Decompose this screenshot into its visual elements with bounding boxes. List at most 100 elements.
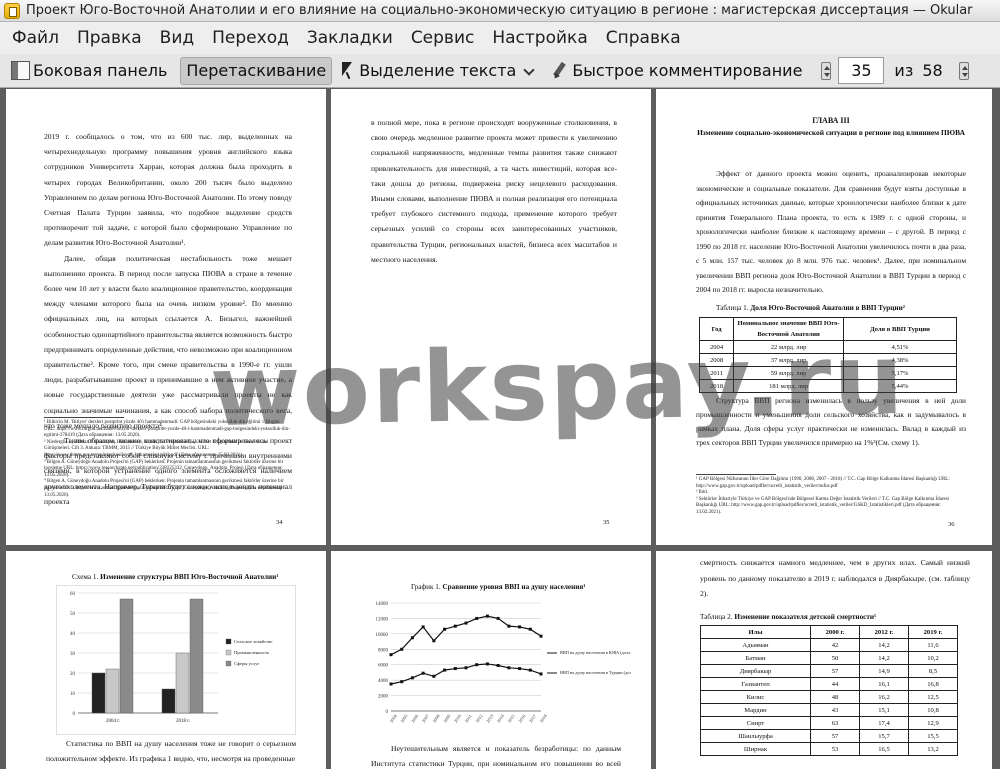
text-select-label: Выделение текста bbox=[359, 61, 517, 80]
total-pages-label: 58 bbox=[922, 61, 943, 80]
data-point bbox=[453, 667, 457, 671]
menu-bookmarks[interactable]: Закладки bbox=[298, 22, 402, 54]
legend-swatch bbox=[225, 638, 232, 645]
table-row: 2004 22 млрд. лир 4,51% bbox=[698, 340, 957, 354]
table-cell: 17,4 bbox=[859, 716, 909, 730]
data-point bbox=[389, 682, 393, 686]
menu-file[interactable]: Файл bbox=[3, 22, 68, 54]
table-cell: 14,2 bbox=[859, 651, 909, 665]
browse-tool-button[interactable]: Перетаскивание bbox=[180, 56, 333, 85]
chevron-down-icon[interactable] bbox=[524, 66, 534, 76]
table-cell: 10,8 bbox=[908, 703, 958, 717]
footnote-separator bbox=[44, 417, 124, 418]
menu-help[interactable]: Справка bbox=[597, 22, 690, 54]
caption-title: Сравнение уровня ВВП на душу населения¹ bbox=[442, 583, 586, 591]
previous-page-spin-icon[interactable] bbox=[821, 61, 832, 80]
menu-settings[interactable]: Настройка bbox=[483, 22, 596, 54]
text-cursor-icon bbox=[341, 62, 353, 80]
table-cell: 5,17% bbox=[843, 366, 957, 380]
bar bbox=[161, 688, 176, 714]
pen-icon bbox=[550, 62, 568, 80]
table-1-caption: Таблица 1. Доля Юго-Восточной Анатолии в… bbox=[716, 304, 905, 312]
table-cell: 57 bbox=[810, 729, 860, 743]
x-tick-label: 2009 bbox=[442, 713, 452, 724]
column-header: Год bbox=[698, 317, 735, 341]
menu-edit[interactable]: Правка bbox=[68, 22, 151, 54]
y-tick-label: 12000 bbox=[376, 617, 389, 622]
sidebar-toggle-button[interactable]: Боковая панель bbox=[6, 57, 172, 85]
x-tick-label: 2010 bbox=[453, 713, 463, 724]
data-point bbox=[443, 627, 447, 631]
caption-title: Изменение показателя детской смертности¹ bbox=[734, 613, 877, 621]
table-cell: 12,9 bbox=[908, 716, 958, 730]
table-cell: Ширнак bbox=[700, 742, 811, 756]
menu-view[interactable]: Вид bbox=[151, 22, 203, 54]
data-point bbox=[507, 624, 511, 628]
x-tick-label: 2013 bbox=[485, 713, 495, 724]
data-point bbox=[400, 647, 404, 651]
paragraph: 2019 г. сообщалось о том, что из 600 тыс… bbox=[44, 132, 292, 248]
table-row: Килис 48 16,2 12,5 bbox=[700, 690, 958, 704]
document-viewport[interactable]: 2019 г. сообщалось о том, что из 600 тыс… bbox=[0, 89, 1000, 769]
table-cell: 8,5 bbox=[908, 664, 958, 678]
table-cell: 2011 bbox=[698, 366, 735, 380]
table-header-row: Илы 2000 г. 2012 г. 2019 г. bbox=[700, 625, 958, 639]
table-cell: 13,2 bbox=[908, 742, 958, 756]
table-row: Ширнак 53 16,5 13,2 bbox=[700, 742, 958, 756]
x-tick-label: 2011 bbox=[464, 714, 473, 724]
table-cell: Диярбакыр bbox=[700, 664, 811, 678]
page-35: в полной мере, пока в регионе происходят… bbox=[331, 89, 651, 545]
x-tick-label: 2004 bbox=[389, 713, 399, 724]
table-cell: Батман bbox=[700, 651, 811, 665]
window-title: Проект Юго-Восточной Анатолии и его влия… bbox=[26, 3, 973, 18]
menu-tools[interactable]: Сервис bbox=[402, 22, 484, 54]
page-34: 2019 г. сообщалось о том, что из 600 тыс… bbox=[6, 89, 326, 545]
data-point bbox=[485, 662, 489, 666]
next-page-spin-icon[interactable] bbox=[958, 61, 969, 80]
footnote-separator bbox=[696, 474, 776, 475]
x-tick-label: 2015 bbox=[507, 713, 517, 724]
table-cell: 181 млрд. лир bbox=[733, 379, 845, 393]
table-cell: 57 bbox=[810, 664, 860, 678]
table-cell: 15,1 bbox=[859, 703, 909, 717]
table-cell: 4,51% bbox=[843, 340, 957, 354]
table-cell: 16,1 bbox=[859, 677, 909, 691]
y-tick-label: 10 bbox=[70, 692, 76, 697]
y-tick-label: 2000 bbox=[378, 695, 389, 700]
x-tick-label: 2016 bbox=[517, 713, 527, 724]
text-select-tool-button[interactable]: Выделение текста bbox=[336, 57, 545, 85]
sidebar-label: Боковая панель bbox=[33, 61, 168, 80]
table-cell: 2018 bbox=[698, 379, 735, 393]
table-cell: 59 млрд. лир bbox=[733, 366, 845, 380]
table-row: Диярбакыр 57 14,9 8,5 bbox=[700, 664, 958, 678]
table-cell: 10,2 bbox=[908, 651, 958, 665]
table-row: 2011 59 млрд. лир 5,17% bbox=[698, 366, 957, 380]
table-row: Батман 50 14,2 10,2 bbox=[700, 651, 958, 665]
y-tick-label: 40 bbox=[70, 632, 76, 637]
data-point bbox=[400, 680, 404, 684]
table-row: Сиирт 63 17,4 12,9 bbox=[700, 716, 958, 730]
legend-label: Промышленность bbox=[234, 650, 269, 655]
bar bbox=[189, 598, 204, 714]
data-point bbox=[389, 653, 393, 657]
table-cell: 16,2 bbox=[859, 690, 909, 704]
chapter-title: Изменение социально-экономической ситуац… bbox=[697, 128, 965, 137]
paragraph: Далее, общая политическая нестабильность… bbox=[44, 253, 292, 430]
menu-go[interactable]: Переход bbox=[203, 22, 298, 54]
title-bar[interactable]: Проект Юго-Восточной Анатолии и его влия… bbox=[0, 0, 1000, 22]
data-point bbox=[539, 672, 543, 676]
data-point bbox=[475, 616, 479, 620]
column-header: Номинальное значение ВВП Юго-Восточной А… bbox=[733, 317, 845, 341]
footnote: ³ Sektörler İtibariyle Türkiye ve GAP Bö… bbox=[696, 496, 950, 515]
y-tick-label: 10000 bbox=[376, 633, 389, 638]
table-cell: 42 bbox=[810, 638, 860, 652]
data-point bbox=[464, 666, 468, 670]
table-row: Шанлыурфа 57 15,7 15,5 bbox=[700, 729, 958, 743]
table-cell: Адыяман bbox=[700, 638, 811, 652]
page-number-input[interactable] bbox=[838, 57, 885, 84]
quick-annotation-button[interactable]: Быстрое комментирование bbox=[545, 57, 807, 85]
data-point bbox=[485, 614, 489, 618]
table-cell: 2004 bbox=[698, 340, 735, 354]
table-cell: 16,8 bbox=[908, 677, 958, 691]
table-row: Мардин 43 15,1 10,8 bbox=[700, 703, 958, 717]
